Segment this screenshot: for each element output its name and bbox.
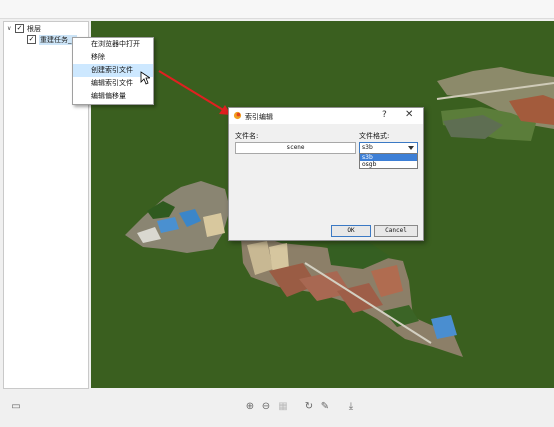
download-icon[interactable]: ⤓ <box>345 401 357 413</box>
screenshot-icon[interactable]: ▭ <box>10 401 22 413</box>
fit-icon[interactable]: ▦ <box>277 401 289 413</box>
tree-root-row[interactable]: ∨ ✓ 根层 <box>7 23 41 34</box>
tree-child-row[interactable]: ✓ 重建任务_7 <box>27 34 77 45</box>
title-bar <box>0 0 554 19</box>
bottom-toolbar: ▭ ⊕ ⊖ ▦ ↻ ✎ ⤓ <box>0 395 554 419</box>
edit-icon[interactable]: ✎ <box>319 401 331 413</box>
filename-input[interactable]: scene <box>235 142 356 154</box>
tree-root-checkbox[interactable]: ✓ <box>15 24 24 33</box>
menu-item-open-in-browser[interactable]: 在浏览器中打开 <box>73 38 153 51</box>
ok-button[interactable]: OK <box>331 225 371 237</box>
dialog-title-bar: 索引编辑 ? ✕ <box>229 108 423 124</box>
dialog-title: 索引编辑 <box>245 113 273 121</box>
menu-item-remove[interactable]: 移除 <box>73 51 153 64</box>
app-logo-icon <box>233 111 242 120</box>
format-selected-value: s3b <box>362 144 373 151</box>
rotate-icon[interactable]: ↻ <box>303 401 315 413</box>
format-option-osgb[interactable]: osgb <box>360 161 417 168</box>
filename-label: 文件名: <box>235 132 259 140</box>
format-label: 文件格式: <box>359 132 390 140</box>
mouse-cursor-icon <box>140 71 150 85</box>
collapse-arrow-icon[interactable]: ∨ <box>7 25 13 32</box>
format-dropdown-list: s3b osgb <box>359 153 418 169</box>
tree-child-checkbox[interactable]: ✓ <box>27 35 36 44</box>
zoom-in-icon[interactable]: ⊕ <box>244 401 256 413</box>
zoom-out-icon[interactable]: ⊖ <box>260 401 272 413</box>
format-option-s3b[interactable]: s3b <box>360 154 417 161</box>
tree-root-label: 根层 <box>27 24 41 33</box>
close-icon[interactable]: ✕ <box>405 109 413 120</box>
index-editor-dialog: 索引编辑 ? ✕ 文件名: 文件格式: scene s3b s3b osgb O… <box>228 107 424 241</box>
help-button[interactable]: ? <box>382 110 387 120</box>
dropdown-arrow-icon[interactable] <box>408 146 414 150</box>
menu-item-edit-offset[interactable]: 编辑偏移量 <box>73 90 153 103</box>
cancel-button[interactable]: Cancel <box>374 225 418 237</box>
